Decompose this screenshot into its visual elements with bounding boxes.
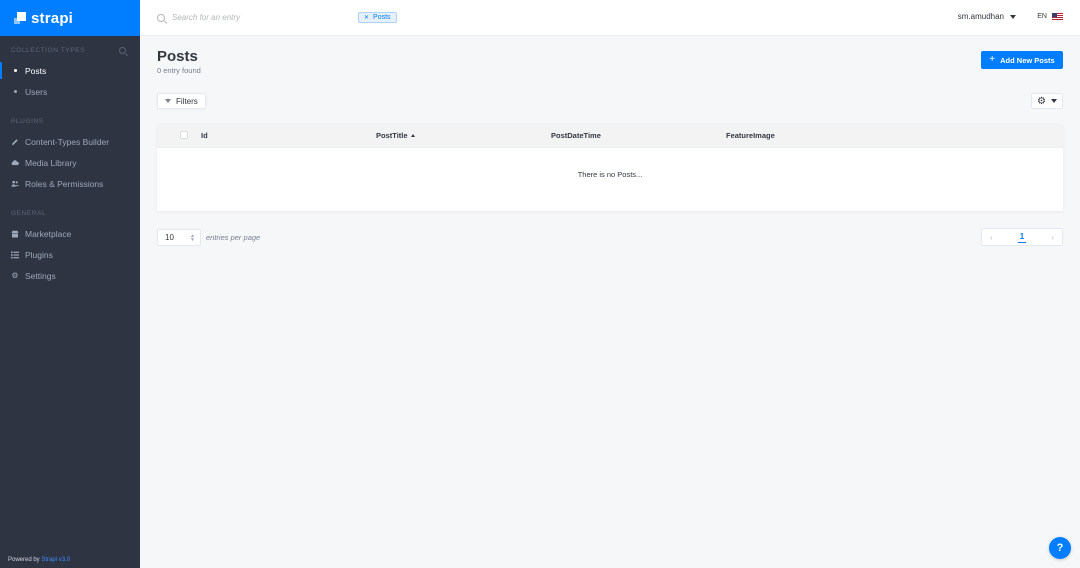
language-label: EN — [1037, 13, 1047, 20]
select-all-checkbox[interactable] — [180, 131, 188, 139]
sidebar-item-media-library[interactable]: Media Library — [0, 152, 140, 173]
sidebar-item-label: Media Library — [25, 157, 77, 168]
empty-state-message: There is no Posts... — [577, 170, 643, 179]
chevron-right-icon[interactable]: › — [1051, 233, 1054, 242]
column-header-postdatetime[interactable]: PostDateTime — [551, 131, 601, 140]
select-arrows-icon: ▲ ▼ — [190, 232, 195, 243]
list-settings-button[interactable]: ⚙ — [1031, 93, 1063, 109]
plus-icon: + — [989, 54, 996, 65]
general-header: General — [0, 208, 140, 219]
users-icon — [11, 180, 19, 188]
general-title: General — [11, 210, 47, 217]
posts-table: Id PostTitle PostDateTime FeatureImage T… — [157, 124, 1063, 211]
plugins-header: Plugins — [0, 116, 140, 127]
gear-icon: ⚙ — [11, 270, 19, 280]
add-button-label: Add New Posts — [1000, 55, 1055, 65]
sidebar-item-label: Settings — [25, 270, 56, 281]
us-flag-icon — [1052, 13, 1063, 20]
sidebar-item-roles-permissions[interactable]: Roles & Permissions — [0, 173, 140, 194]
strapi-logo[interactable]: strapi — [0, 0, 140, 36]
page-number-current[interactable]: 1 — [1017, 232, 1027, 243]
search-icon — [157, 13, 165, 22]
gear-icon: ⚙ — [1037, 95, 1046, 107]
brand-name: strapi — [31, 9, 74, 27]
shop-icon — [11, 230, 19, 238]
add-new-posts-button[interactable]: + Add New Posts — [981, 51, 1063, 69]
chevron-down-icon — [1010, 14, 1016, 19]
search-icon[interactable] — [119, 47, 126, 54]
version-link[interactable]: Strapi v3.0 — [41, 557, 70, 563]
filters-button[interactable]: Filters — [157, 93, 206, 109]
sidebar-item-settings[interactable]: ⚙ Settings — [0, 265, 140, 286]
search-input[interactable] — [172, 13, 352, 22]
filter-chip-label: Posts — [373, 14, 391, 21]
close-icon[interactable]: ✕ — [364, 14, 369, 21]
sidebar-item-users[interactable]: Users — [0, 81, 140, 102]
cloud-icon — [11, 159, 19, 167]
sidebar-item-label: Posts — [25, 65, 47, 76]
pencil-icon — [11, 138, 19, 146]
sidebar: strapi Collection Types Posts Users Plug… — [0, 0, 140, 568]
sidebar-item-marketplace[interactable]: Marketplace — [0, 223, 140, 244]
collection-types-title: Collection Types — [11, 47, 86, 54]
chevron-down-icon — [1050, 99, 1057, 103]
sidebar-item-label: Content-Types Builder — [25, 136, 110, 147]
help-button[interactable]: ? — [1049, 537, 1071, 559]
username: sm.amudhan — [957, 12, 1004, 21]
page-size-value: 10 — [165, 233, 174, 242]
sidebar-item-label: Roles & Permissions — [25, 178, 104, 189]
bullet-icon — [14, 90, 17, 93]
collection-types-header: Collection Types — [0, 45, 140, 56]
plugins-title: Plugins — [11, 118, 44, 125]
column-header-featureimage[interactable]: FeatureImage — [726, 131, 775, 140]
column-header-id[interactable]: Id — [201, 131, 208, 140]
sidebar-item-label: Marketplace — [25, 228, 72, 239]
entry-count: 0 entry found — [157, 66, 201, 75]
topbar: ✕ Posts sm.amudhan EN — [140, 0, 1080, 36]
filter-icon — [165, 99, 171, 103]
per-page-label: entries per page — [206, 233, 261, 242]
powered-by-label: Powered by — [8, 557, 40, 563]
sort-ascending-icon — [410, 134, 415, 137]
question-icon: ? — [1056, 542, 1064, 554]
list-icon — [11, 251, 19, 259]
sidebar-item-label: Users — [25, 86, 48, 97]
chevron-left-icon[interactable]: ‹ — [990, 233, 993, 242]
column-header-posttitle[interactable]: PostTitle — [376, 131, 415, 140]
sidebar-item-content-types-builder[interactable]: Content-Types Builder — [0, 131, 140, 152]
pagination: ‹ 1 › — [981, 228, 1063, 246]
sidebar-item-label: Plugins — [25, 249, 53, 260]
page-size-select[interactable]: 10 ▲ ▼ — [157, 229, 201, 246]
search-filter-chip[interactable]: ✕ Posts — [358, 12, 397, 23]
language-selector[interactable]: EN — [1037, 13, 1063, 20]
strapi-logo-icon — [14, 12, 26, 24]
page-title: Posts — [157, 48, 198, 65]
bullet-icon — [14, 69, 17, 72]
table-header: Id PostTitle PostDateTime FeatureImage — [157, 124, 1063, 148]
user-menu[interactable]: sm.amudhan — [958, 12, 1016, 21]
sidebar-item-plugins[interactable]: Plugins — [0, 244, 140, 265]
sidebar-item-posts[interactable]: Posts — [0, 60, 140, 81]
filters-label: Filters — [176, 96, 198, 106]
powered-by: Powered by Strapi v3.0 — [8, 557, 70, 563]
